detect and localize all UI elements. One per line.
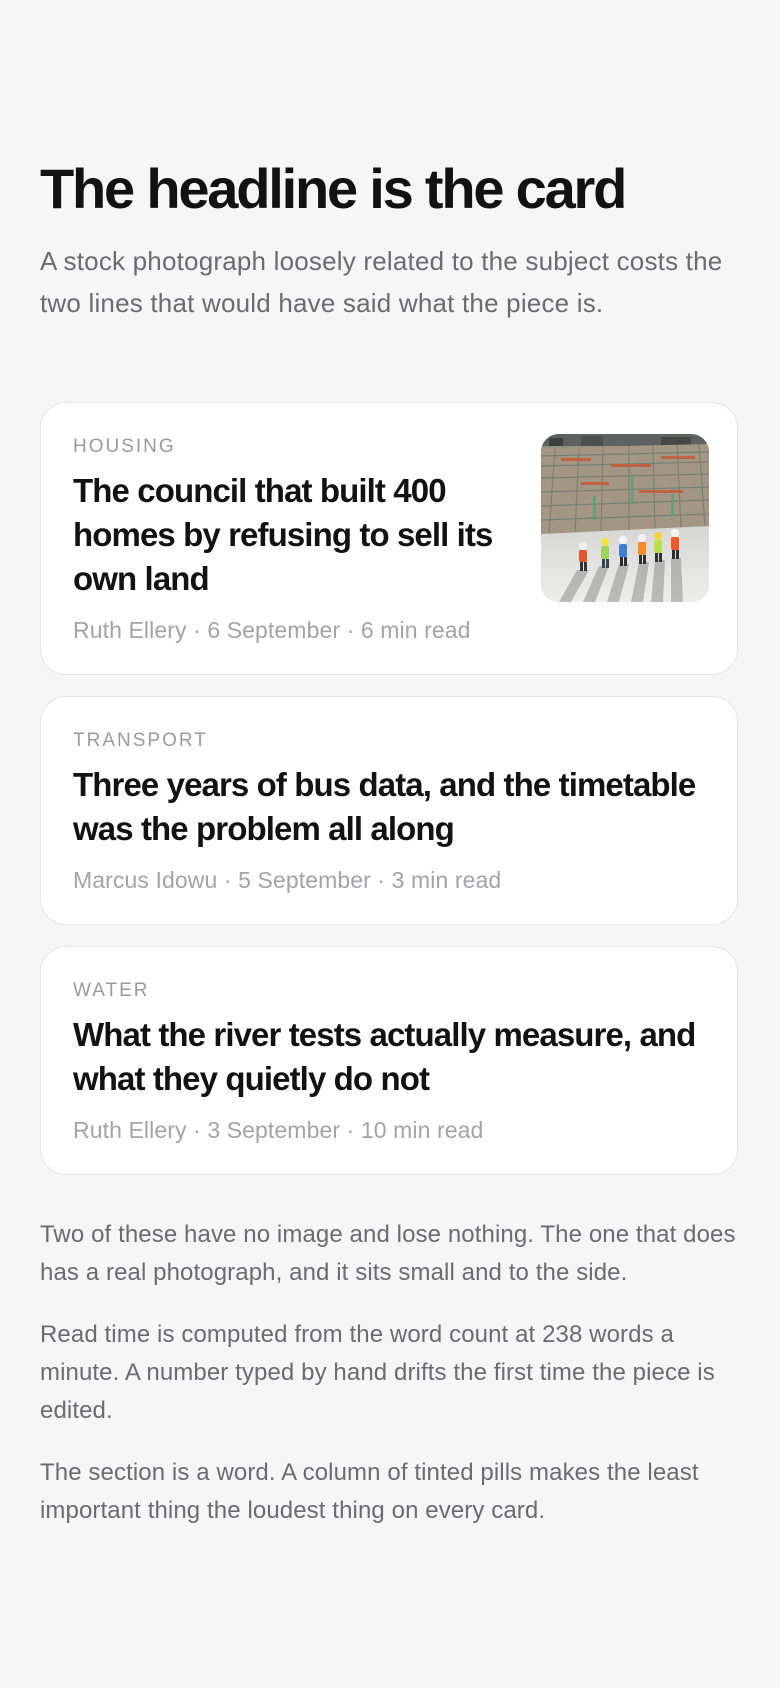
article-section: WATER	[73, 980, 150, 1001]
page-lede: A stock photograph loosely related to th…	[40, 246, 723, 318]
note-paragraph: Read time is computed from the word coun…	[40, 1321, 715, 1424]
article-card-housing[interactable]: HOUSING The council that built 400 homes…	[40, 402, 738, 675]
note-paragraph: Two of these have no image and lose noth…	[40, 1221, 736, 1286]
article-section: HOUSING	[73, 436, 176, 457]
article-headline[interactable]: What the river tests actually measure, a…	[73, 1013, 713, 1101]
page-title: The headline is the card	[40, 157, 627, 220]
article-card-water[interactable]: WATER What the river tests actually meas…	[40, 946, 738, 1175]
article-byline: Marcus Idowu · 5 September · 3 min read	[73, 867, 502, 893]
article-card-transport[interactable]: TRANSPORT Three years of bus data, and t…	[40, 696, 738, 925]
article-headline[interactable]: The council that built 400 homes by refu…	[73, 469, 503, 601]
notes-section: Two of these have no image and lose noth…	[40, 1216, 740, 1554]
article-byline: Ruth Ellery · 3 September · 10 min read	[73, 1117, 484, 1143]
article-section: TRANSPORT	[73, 730, 208, 751]
article-byline: Ruth Ellery · 6 September · 6 min read	[73, 617, 471, 643]
article-headline[interactable]: Three years of bus data, and the timetab…	[73, 763, 713, 851]
article-thumbnail-image[interactable]	[541, 434, 709, 602]
construction-site-photo	[541, 434, 709, 602]
note-paragraph: The section is a word. A column of tinte…	[40, 1459, 699, 1524]
